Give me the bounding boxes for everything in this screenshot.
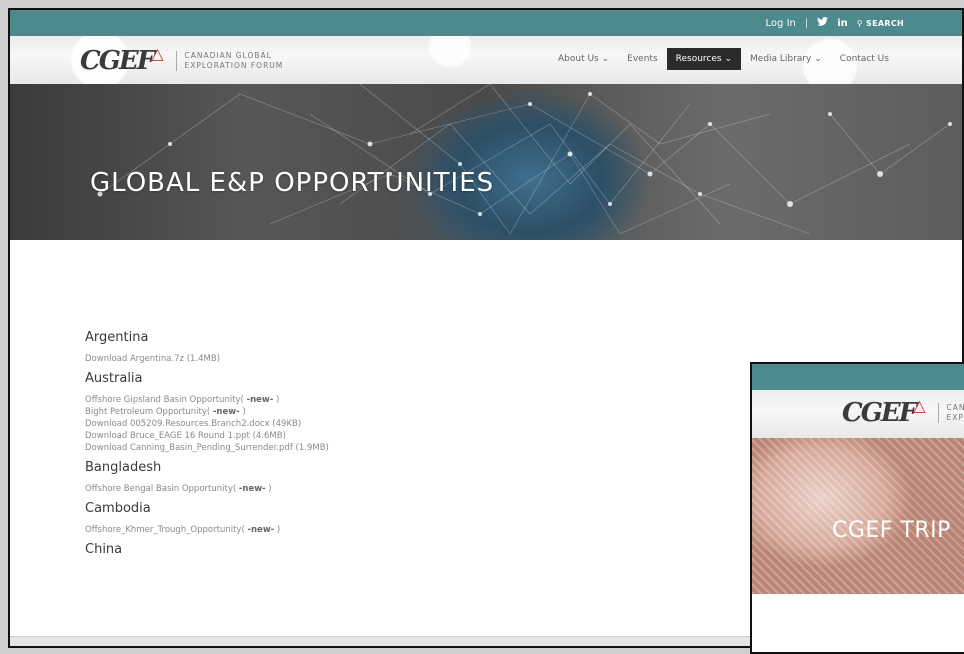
secondary-top-utility-bar (752, 364, 964, 390)
logo-accent-icon: △ (913, 396, 923, 415)
country-heading: Argentina (85, 330, 745, 345)
chevron-down-icon: ⌄ (811, 54, 821, 64)
nav-media-library[interactable]: Media Library ⌄ (741, 48, 831, 70)
logo-line-1: CANADIAN GLOBAL (185, 51, 284, 61)
file-link[interactable]: Download Canning_Basin_Pending_Surrender… (85, 442, 745, 454)
country-section: Argentina Download Argentina.7z (1.4MB) (85, 330, 745, 365)
file-link[interactable]: Offshore Gipsland Basin Opportunity( -ne… (85, 394, 745, 406)
new-badge: -new- (213, 407, 240, 417)
logo-line-2: EXPLORATION FORUM (185, 61, 284, 71)
nav-contact-us[interactable]: Contact Us (831, 48, 898, 70)
country-heading: Australia (85, 371, 745, 386)
logo-line-1: CANADIA (947, 403, 964, 413)
file-link[interactable]: Bight Petroleum Opportunity( -new- ) (85, 406, 745, 418)
main-navbar: CGEF△ CANADIAN GLOBAL EXPLORATION FORUM … (10, 36, 962, 84)
secondary-site-logo[interactable]: CGEF△ CANADIA EXPLOR (842, 398, 964, 428)
file-link[interactable]: Offshore_Khmer_Trough_Opportunity( -new-… (85, 524, 745, 536)
country-section: Australia Offshore Gipsland Basin Opport… (85, 371, 745, 454)
file-link[interactable]: Download Bruce_EAGE 16 Round 1.ppt (4.6M… (85, 430, 745, 442)
logo-mark: CGEF△ (842, 398, 926, 428)
file-link[interactable]: Offshore Bengal Basin Opportunity( -new-… (85, 483, 745, 495)
primary-nav: About Us ⌄ Events Resources ⌄ Media Libr… (549, 48, 898, 70)
secondary-hero-banner: CGEF TRIP (752, 438, 964, 594)
search-label: SEARCH (866, 19, 904, 28)
new-badge: -new- (247, 395, 274, 405)
secondary-page-title: CGEF TRIP (832, 518, 951, 543)
logo-text: CANADIA EXPLOR (938, 403, 964, 423)
login-link[interactable]: Log In (766, 18, 796, 29)
logo-mark: CGEF△ (80, 46, 164, 76)
country-heading: Bangladesh (85, 460, 745, 475)
country-section: Cambodia Offshore_Khmer_Trough_Opportuni… (85, 501, 745, 536)
file-link[interactable]: Download 005209.Resources.Branch2.docx (… (85, 418, 745, 430)
linkedin-icon[interactable]: in (837, 18, 848, 29)
file-link[interactable]: Download Argentina.7z (1.4MB) (85, 353, 745, 365)
logo-text: CANADIAN GLOBAL EXPLORATION FORUM (176, 51, 284, 71)
country-section: China (85, 542, 745, 557)
twitter-icon[interactable] (817, 17, 828, 29)
country-heading: China (85, 542, 745, 557)
country-section: Bangladesh Offshore Bengal Basin Opportu… (85, 460, 745, 495)
network-globe-graphic (10, 84, 962, 240)
nav-resources[interactable]: Resources ⌄ (667, 48, 741, 70)
page-title: GLOBAL E&P OPPORTUNITIES (90, 168, 494, 198)
search-button[interactable]: ⚲ SEARCH (857, 19, 904, 28)
logo-line-2: EXPLOR (947, 413, 964, 423)
secondary-navbar: CGEF△ CANADIA EXPLOR (752, 390, 964, 438)
secondary-browser-window[interactable]: CGEF△ CANADIA EXPLOR CGEF TRIP (750, 362, 964, 654)
hero-banner: GLOBAL E&P OPPORTUNITIES (10, 84, 962, 240)
topbar-separator: | (805, 18, 808, 29)
country-list: Argentina Download Argentina.7z (1.4MB) … (85, 330, 745, 565)
chevron-down-icon: ⌄ (599, 54, 609, 64)
nav-events[interactable]: Events (618, 48, 666, 70)
chevron-down-icon: ⌄ (722, 54, 732, 64)
top-utility-bar: Log In | in ⚲ SEARCH (10, 10, 962, 36)
nav-about-us[interactable]: About Us ⌄ (549, 48, 618, 70)
new-badge: -new- (247, 525, 274, 535)
logo-accent-icon: △ (151, 44, 161, 63)
new-badge: -new- (239, 484, 266, 494)
country-heading: Cambodia (85, 501, 745, 516)
search-icon: ⚲ (857, 19, 863, 28)
site-logo[interactable]: CGEF△ CANADIAN GLOBAL EXPLORATION FORUM (80, 46, 283, 76)
